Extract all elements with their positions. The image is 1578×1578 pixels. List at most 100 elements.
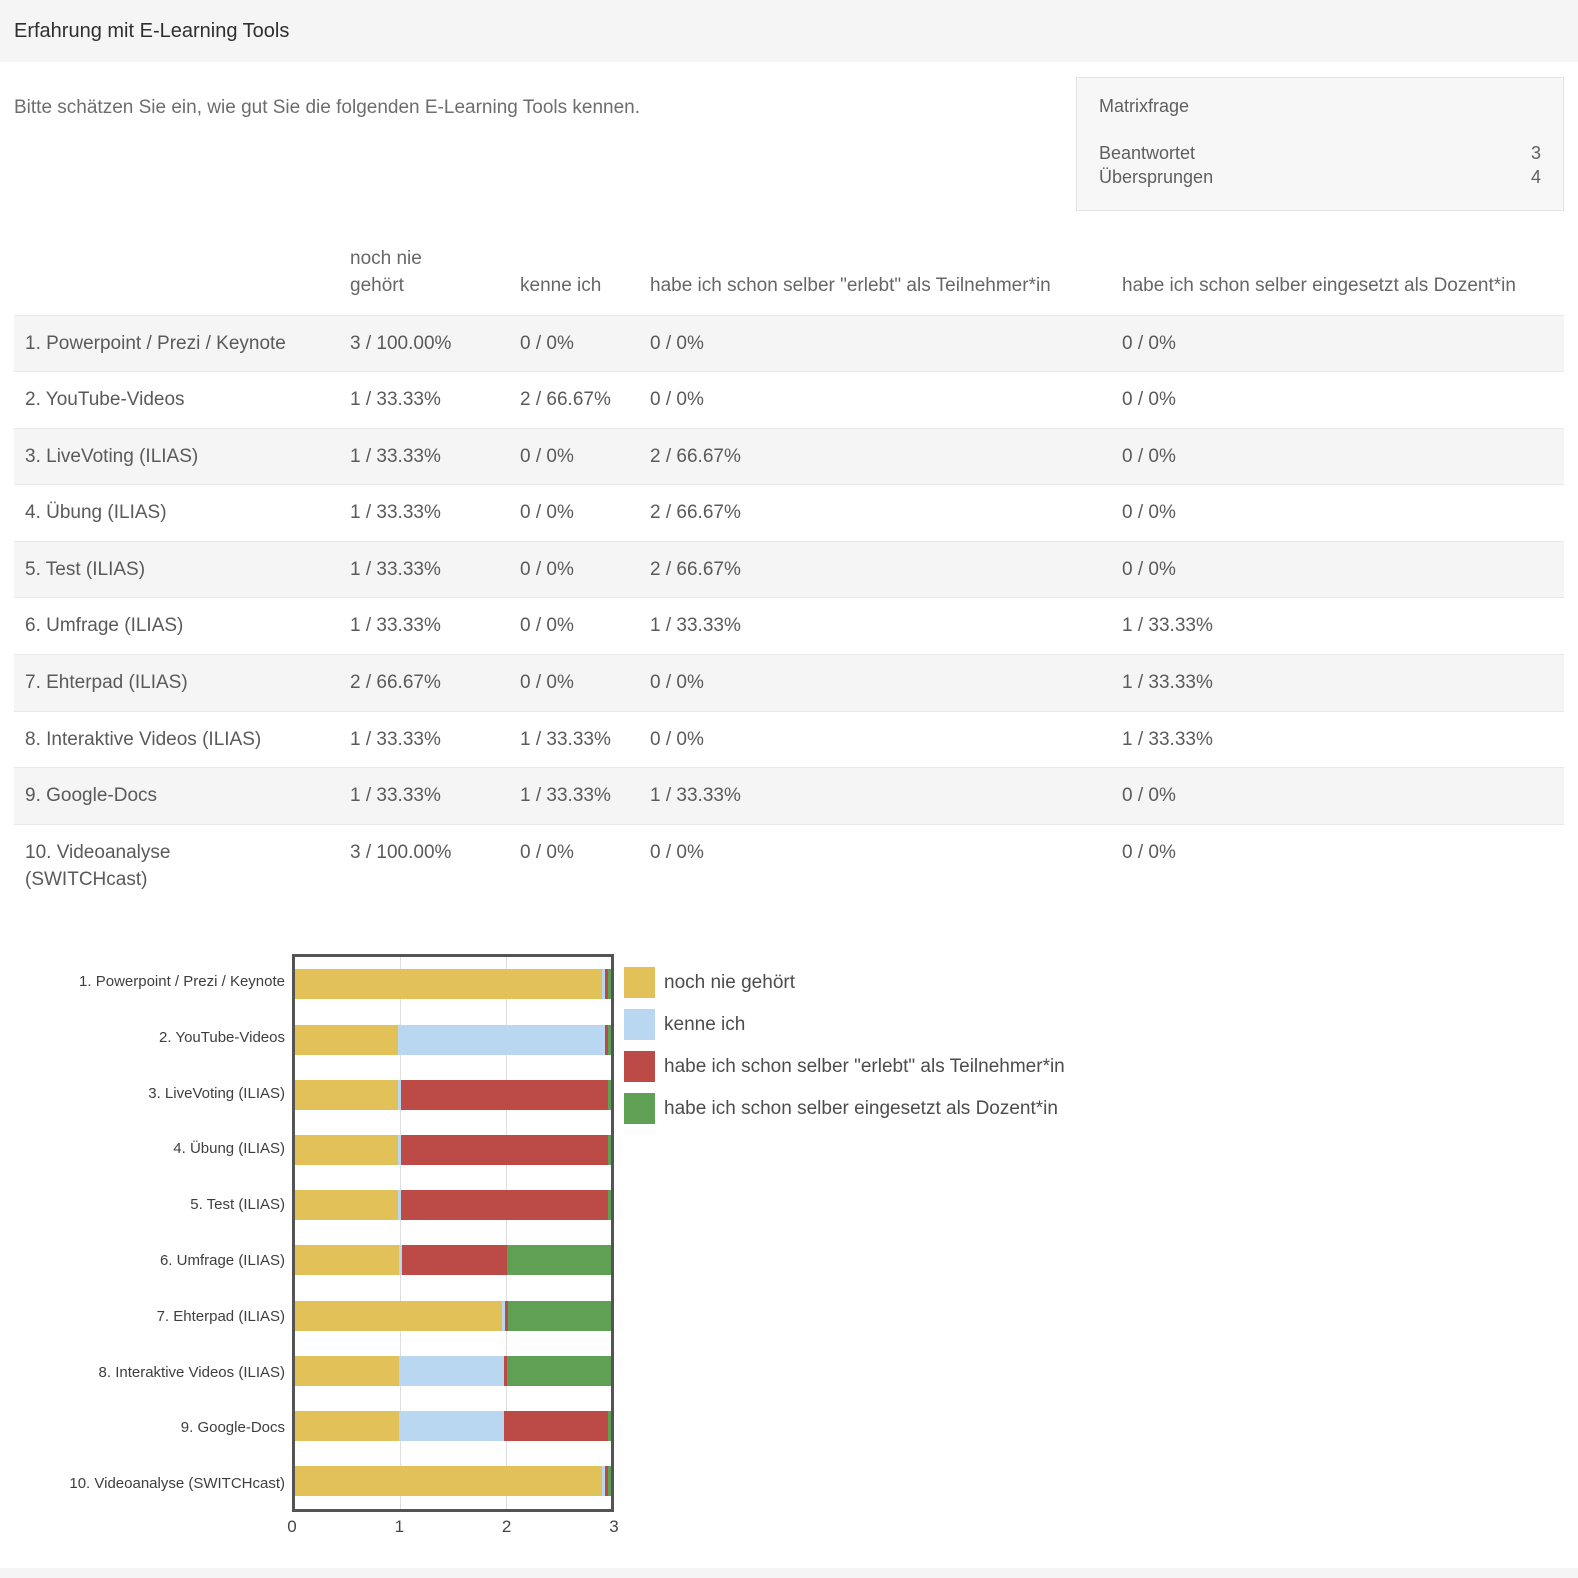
row-label: 9. Google-Docs xyxy=(14,768,339,824)
bar-segment xyxy=(504,1411,608,1441)
table-cell: 0 / 0% xyxy=(639,316,1111,372)
bar-segment xyxy=(402,1245,506,1275)
stacked-bar xyxy=(295,1411,611,1441)
table-cell: 2 / 66.67% xyxy=(639,542,1111,598)
legend-item: habe ich schon selber "erlebt" als Teiln… xyxy=(624,1051,1065,1082)
legend-label: kenne ich xyxy=(664,1009,745,1040)
legend-swatch xyxy=(624,1009,655,1040)
table-cell: 0 / 0% xyxy=(639,655,1111,711)
table-cell: 1 / 33.33% xyxy=(339,768,509,824)
stacked-bar xyxy=(295,1301,611,1331)
section-title-bar: Erfahrung mit E-Learning Tools xyxy=(0,0,1578,62)
chart-category-label: 7. Ehterpad (ILIAS) xyxy=(14,1288,285,1344)
table-row: 9. Google-Docs1 / 33.33%1 / 33.33%1 / 33… xyxy=(14,767,1564,824)
table-cell: 0 / 0% xyxy=(509,429,639,485)
chart-category-label: 5. Test (ILIAS) xyxy=(14,1177,285,1233)
stacked-bar xyxy=(295,1135,611,1165)
table-cell: 0 / 0% xyxy=(1111,316,1564,372)
column-header-text: noch nie gehört xyxy=(350,245,468,300)
column-header xyxy=(14,262,339,315)
chart-x-axis: 0123 xyxy=(292,1517,614,1541)
stacked-bar xyxy=(295,1190,611,1220)
skipped-label: Übersprungen xyxy=(1099,165,1213,189)
bar-segment xyxy=(401,1190,608,1220)
table-cell: 0 / 0% xyxy=(509,316,639,372)
table-cell: 1 / 33.33% xyxy=(1111,598,1564,654)
content-area: Bitte schätzen Sie ein, wie gut Sie die … xyxy=(0,77,1578,1541)
table-cell: 2 / 66.67% xyxy=(639,485,1111,541)
table-cell: 1 / 33.33% xyxy=(339,542,509,598)
table-cell: 0 / 0% xyxy=(509,598,639,654)
stacked-bar xyxy=(295,1025,611,1055)
column-header: kenne ich xyxy=(509,262,639,315)
stacked-bar xyxy=(295,1080,611,1110)
table-row: 2. YouTube-Videos1 / 33.33%2 / 66.67%0 /… xyxy=(14,371,1564,428)
question-type-label: Matrixfrage xyxy=(1099,96,1541,117)
table-cell: 0 / 0% xyxy=(509,485,639,541)
table-cell: 3 / 100.00% xyxy=(339,316,509,372)
bar-segment xyxy=(295,1025,398,1055)
bar-segment xyxy=(295,1466,602,1496)
chart-category-label: 9. Google-Docs xyxy=(14,1400,285,1456)
table-row: 5. Test (ILIAS)1 / 33.33%0 / 0%2 / 66.67… xyxy=(14,541,1564,598)
bar-segment xyxy=(508,1301,611,1331)
chart-legend: noch nie gehört kenne ich habe ich schon s… xyxy=(624,967,1065,1135)
legend-swatch xyxy=(624,967,655,998)
bar-segment xyxy=(295,1411,399,1441)
table-cell: 1 / 33.33% xyxy=(339,485,509,541)
table-row: 1. Powerpoint / Prezi / Keynote3 / 100.0… xyxy=(14,315,1564,372)
bar-segment xyxy=(401,1080,608,1110)
page-title: Erfahrung mit E-Learning Tools xyxy=(14,20,289,43)
table-cell: 3 / 100.00% xyxy=(339,825,509,908)
bar-segment xyxy=(398,1025,605,1055)
bar-segment xyxy=(507,1245,611,1275)
table-cell: 1 / 33.33% xyxy=(1111,712,1564,768)
bar-segment xyxy=(608,969,611,999)
bar-segment xyxy=(608,1080,611,1110)
legend-label: habe ich schon selber "erlebt" als Teiln… xyxy=(664,1051,1065,1082)
bar-row xyxy=(295,957,611,1012)
chart-category-labels: 1. Powerpoint / Prezi / Keynote2. YouTub… xyxy=(14,954,292,1512)
row-label: 10. Videoanalyse (SWITCHcast) xyxy=(14,825,339,908)
bar-segment xyxy=(507,1356,611,1386)
table-cell: 2 / 66.67% xyxy=(509,372,639,428)
chart-category-label: 4. Übung (ILIAS) xyxy=(14,1121,285,1177)
row-label: 5. Test (ILIAS) xyxy=(14,542,339,598)
table-cell: 1 / 33.33% xyxy=(339,598,509,654)
row-label: 2. YouTube-Videos xyxy=(14,372,339,428)
bar-segment xyxy=(295,1301,502,1331)
column-header-text: habe ich schon selber eingesetzt als Doz… xyxy=(1122,272,1516,300)
bar-row xyxy=(295,1398,611,1453)
table-cell: 1 / 33.33% xyxy=(639,598,1111,654)
legend-swatch xyxy=(624,1051,655,1082)
table-row: 10. Videoanalyse (SWITCHcast)3 / 100.00%… xyxy=(14,824,1564,908)
skipped-value: 4 xyxy=(1531,165,1541,189)
table-cell: 0 / 0% xyxy=(639,825,1111,908)
bar-segment xyxy=(399,1356,503,1386)
stacked-bar xyxy=(295,1466,611,1496)
table-cell: 0 / 0% xyxy=(509,542,639,598)
bar-segment xyxy=(608,1466,611,1496)
legend-item: kenne ich xyxy=(624,1009,1065,1040)
table-row: 3. LiveVoting (ILIAS)1 / 33.33%0 / 0%2 /… xyxy=(14,428,1564,485)
table-row: 6. Umfrage (ILIAS)1 / 33.33%0 / 0%1 / 33… xyxy=(14,597,1564,654)
legend-item: noch nie gehört xyxy=(624,967,1065,998)
intro-row: Bitte schätzen Sie ein, wie gut Sie die … xyxy=(14,77,1564,211)
stacked-bar xyxy=(295,1245,611,1275)
bar-segment xyxy=(608,1190,611,1220)
legend-label: noch nie gehört xyxy=(664,967,795,998)
chart-category-label: 2. YouTube-Videos xyxy=(14,1010,285,1066)
table-cell: 1 / 33.33% xyxy=(509,712,639,768)
stacked-bar xyxy=(295,1356,611,1386)
bar-segment xyxy=(608,1411,611,1441)
table-cell: 1 / 33.33% xyxy=(339,429,509,485)
table-cell: 0 / 0% xyxy=(1111,429,1564,485)
row-label-text: 8. Interaktive Videos (ILIAS) xyxy=(25,726,261,754)
table-cell: 0 / 0% xyxy=(1111,542,1564,598)
row-label-text: 4. Übung (ILIAS) xyxy=(25,499,167,527)
table-cell: 1 / 33.33% xyxy=(339,712,509,768)
next-section-strip xyxy=(0,1568,1578,1578)
answered-label: Beantwortet xyxy=(1099,141,1195,165)
axis-tick-label: 1 xyxy=(395,1517,404,1537)
table-cell: 2 / 66.67% xyxy=(639,429,1111,485)
